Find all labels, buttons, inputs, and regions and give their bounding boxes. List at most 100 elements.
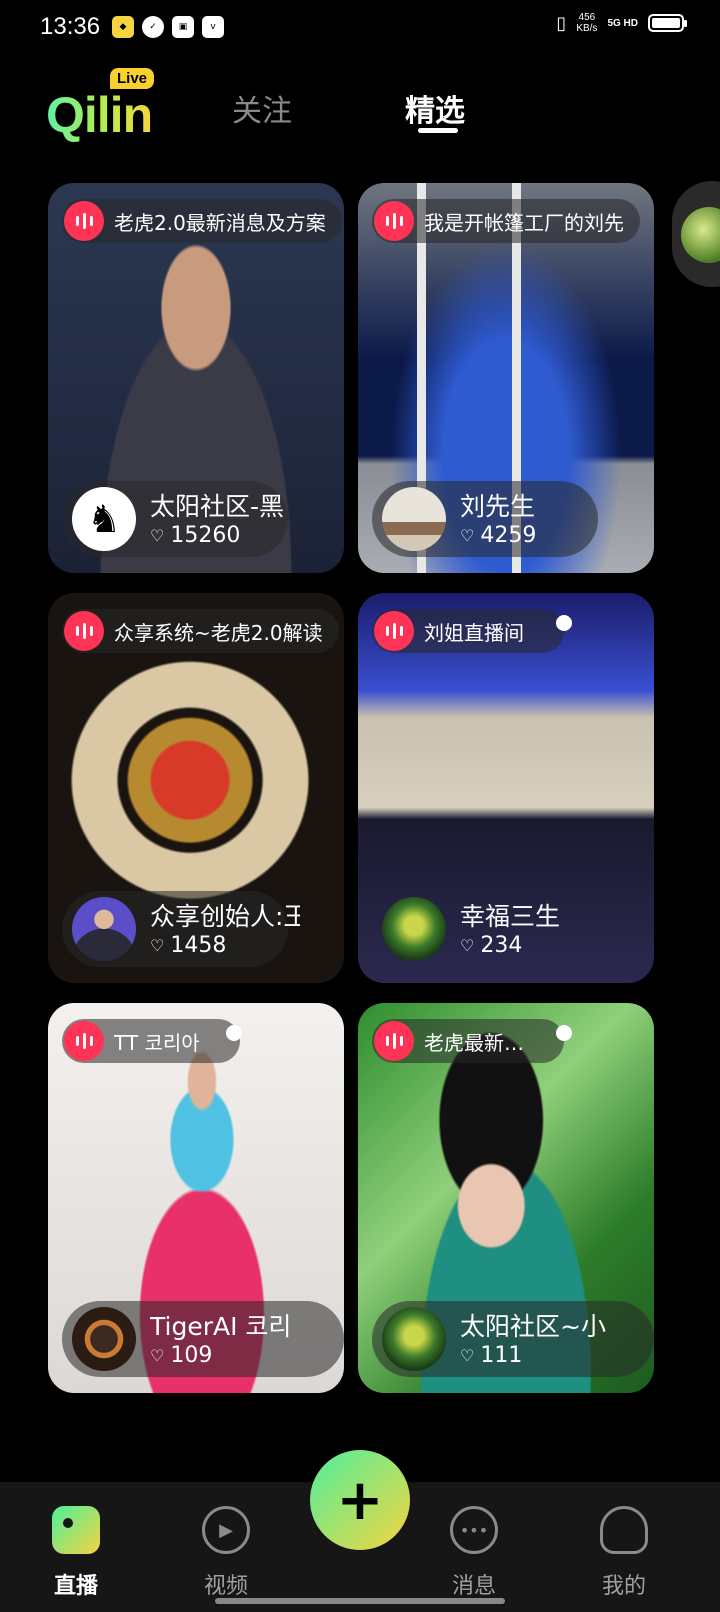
host-avatar [382, 1307, 446, 1371]
tab-follow[interactable]: 关注 [232, 86, 292, 130]
likes-value: 4259 [480, 523, 537, 548]
live-card[interactable]: 众享系统~老虎2.0解读 众享创始人:王 ♡ 1458 [48, 593, 344, 983]
host-avatar [382, 897, 446, 961]
home-indicator[interactable] [215, 1598, 505, 1604]
header: Qilin Live 关注 精选 [0, 56, 720, 166]
notification-icons: ◆ ✓ ▣ v [112, 16, 224, 38]
host-name: 幸福三生 [460, 902, 561, 931]
host-info: 太阳社区~小 ♡ 111 [372, 1301, 654, 1377]
host-info: 众享创始人:王 ♡ 1458 [62, 891, 300, 967]
heart-icon: ♡ [150, 936, 165, 955]
host-avatar: ♞ [72, 487, 136, 551]
card-title-pill: 刘姐直播间 [372, 609, 564, 653]
nav-live[interactable]: 直播 [26, 1506, 126, 1600]
card-title: 我是开帐篷工厂的刘先 [424, 210, 624, 235]
live-card[interactable]: 老虎2.0最新消息及方案 ♞ 太阳社区-黑 ♡ 15260 [48, 183, 344, 573]
nav-label: 视频 [203, 1574, 248, 1599]
heart-icon: ♡ [150, 526, 165, 545]
host-name: 太阳社区-黑 [150, 492, 285, 521]
live-card[interactable]: 老虎最新… 太阳社区~小 ♡ 111 [358, 1003, 654, 1393]
likes-count: ♡ 111 [460, 1343, 522, 1368]
net-speed: 456 KB/s [576, 12, 597, 34]
live-card[interactable]: TT 코리아 TigerAI 코리 ♡ 109 [48, 1003, 344, 1393]
logo-live-badge: Live [110, 68, 155, 89]
active-tab-indicator [418, 128, 458, 133]
host-info: 幸福三生 ♡ 234 [372, 891, 598, 967]
host-info: ♞ 太阳社区-黑 ♡ 15260 [62, 481, 288, 557]
card-title: 众享系统~老虎2.0解读 [114, 620, 323, 645]
create-button[interactable]: + [310, 1450, 410, 1550]
host-avatar [72, 897, 136, 961]
likes-value: 109 [170, 1343, 213, 1368]
status-dot [556, 1025, 572, 1041]
dragon-avatar-icon [681, 207, 720, 263]
check-icon: ✓ [142, 16, 164, 38]
likes-count: ♡ 4259 [460, 523, 536, 548]
live-card[interactable]: 我是开帐篷工厂的刘先 刘先生 ♡ 4259 [358, 183, 654, 573]
play-icon: ▶ [202, 1506, 250, 1554]
net-speed-value: 456 [578, 12, 596, 23]
live-indicator-icon [64, 611, 104, 651]
likes-count: ♡ 1458 [150, 933, 226, 958]
heart-icon: ♡ [150, 1346, 165, 1365]
card-title-pill: TT 코리아 [62, 1019, 240, 1063]
status-right: ▯ 456 KB/s 5G HD [556, 12, 687, 34]
nav-messages[interactable]: ••• 消息 [424, 1506, 524, 1600]
nav-video[interactable]: ▶ 视频 [176, 1506, 276, 1600]
heart-icon: ♡ [460, 936, 475, 955]
vibrate-icon: ▯ [556, 12, 567, 34]
live-indicator-icon [64, 1021, 104, 1061]
host-info: TigerAI 코리 ♡ 109 [62, 1301, 344, 1377]
card-title: 老虎最新… [424, 1030, 524, 1055]
status-time: 13:36 [40, 13, 101, 40]
plus-icon: + [336, 1467, 384, 1533]
live-card[interactable]: 刘姐直播间 幸福三生 ♡ 234 [358, 593, 654, 983]
card-title-pill: 老虎最新… [372, 1019, 564, 1063]
host-avatar [72, 1307, 136, 1371]
card-title: 老虎2.0最新消息及方案 [114, 210, 326, 235]
likes-value: 15260 [170, 523, 241, 548]
host-name: 太阳社区~小 [460, 1312, 606, 1341]
heart-icon: ♡ [460, 526, 475, 545]
live-indicator-icon [64, 201, 104, 241]
tab-featured[interactable]: 精选 [405, 86, 465, 130]
vivo-icon: v [202, 16, 224, 38]
host-avatar [382, 487, 446, 551]
network-type: 5G HD [607, 17, 638, 29]
card-title-pill: 众享系统~老虎2.0解读 [62, 609, 339, 653]
host-name: 刘先生 [460, 492, 536, 521]
app-notification-icon: ◆ [112, 16, 134, 38]
message-icon: ••• [450, 1506, 498, 1554]
host-name: TigerAI 코리 [150, 1312, 292, 1341]
live-indicator-icon [374, 611, 414, 651]
status-bar: 13:36 ◆ ✓ ▣ v ▯ 456 KB/s 5G HD [0, 0, 720, 56]
side-floating-avatar[interactable] [672, 181, 720, 287]
host-info: 刘先生 ♡ 4259 [372, 481, 598, 557]
gallery-icon: ▣ [172, 16, 194, 38]
nav-label: 直播 [53, 1574, 98, 1599]
card-title-pill: 老虎2.0最新消息及方案 [62, 199, 342, 243]
nav-profile[interactable]: 我的 [574, 1506, 674, 1600]
likes-count: ♡ 109 [150, 1343, 212, 1368]
card-title: TT 코리아 [114, 1030, 200, 1055]
likes-value: 111 [480, 1343, 523, 1368]
likes-value: 234 [480, 933, 523, 958]
live-indicator-icon [374, 201, 414, 241]
heart-icon: ♡ [460, 1346, 475, 1365]
nav-label: 我的 [601, 1574, 646, 1599]
card-title-pill: 我是开帐篷工厂的刘先 [372, 199, 640, 243]
bottom-nav: 直播 ▶ 视频 + ••• 消息 我的 [0, 1450, 720, 1612]
live-icon [52, 1506, 100, 1554]
app-logo: Qilin [46, 87, 153, 143]
host-name: 众享创始人:王 [150, 902, 300, 931]
status-dot [556, 615, 572, 631]
likes-count: ♡ 234 [460, 933, 522, 958]
profile-icon [600, 1506, 648, 1554]
net-speed-unit: KB/s [576, 23, 598, 34]
live-indicator-icon [374, 1021, 414, 1061]
battery-icon [648, 14, 687, 32]
card-title: 刘姐直播间 [424, 620, 524, 645]
nav-label: 消息 [451, 1574, 496, 1599]
likes-value: 1458 [170, 933, 227, 958]
likes-count: ♡ 15260 [150, 523, 240, 548]
